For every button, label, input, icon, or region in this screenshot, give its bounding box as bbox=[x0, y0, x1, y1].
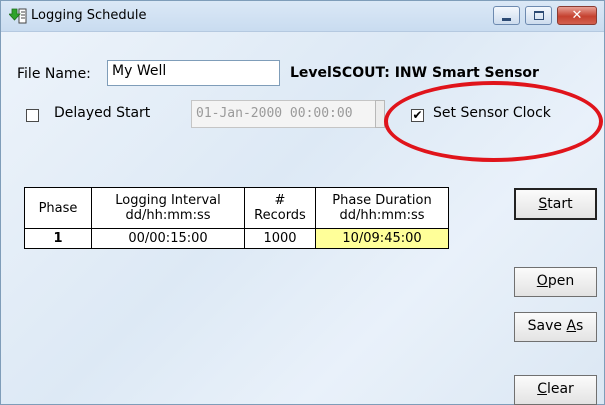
cell-logging-interval[interactable]: 00/00:15:00 bbox=[91, 228, 245, 249]
start-button[interactable]: Start bbox=[514, 188, 597, 220]
close-button[interactable]: ✕ bbox=[557, 6, 597, 25]
cell-phase: 1 bbox=[24, 228, 92, 249]
clear-button[interactable]: Clear bbox=[514, 375, 597, 405]
column-header-logging-interval: Logging Interval dd/hh:mm:ss bbox=[91, 187, 245, 229]
save-as-button[interactable]: Save As bbox=[514, 312, 597, 342]
cell-records[interactable]: 1000 bbox=[244, 228, 316, 249]
logging-schedule-window: Logging Schedule ✕ File Name: My Well Le… bbox=[0, 0, 605, 405]
minimize-button[interactable] bbox=[493, 6, 520, 25]
column-header-phase: Phase bbox=[24, 187, 92, 229]
cell-phase-duration[interactable]: 10/09:45:00 bbox=[315, 228, 449, 249]
set-sensor-clock-label: Set Sensor Clock bbox=[433, 105, 551, 121]
column-header-records: # Records bbox=[244, 187, 316, 229]
table-header-row: Phase Logging Interval dd/hh:mm:ss # Rec… bbox=[24, 187, 449, 229]
maximize-icon bbox=[533, 11, 544, 20]
window-title: Logging Schedule bbox=[31, 8, 147, 23]
close-icon: ✕ bbox=[571, 8, 583, 23]
file-name-label: File Name: bbox=[17, 66, 91, 82]
table-row: 1 00/00:15:00 1000 10/09:45:00 bbox=[24, 228, 449, 249]
sensor-name: LevelSCOUT: INW Smart Sensor bbox=[290, 65, 539, 81]
delayed-start-datetime-input[interactable]: 01-Jan-2000 00:00:00 bbox=[191, 100, 377, 128]
title-bar[interactable]: Logging Schedule ✕ bbox=[1, 1, 604, 32]
column-header-phase-duration: Phase Duration dd/hh:mm:ss bbox=[315, 187, 449, 229]
file-name-input[interactable]: My Well bbox=[107, 60, 280, 86]
schedule-table: Phase Logging Interval dd/hh:mm:ss # Rec… bbox=[24, 187, 449, 249]
minimize-icon bbox=[502, 17, 511, 21]
datetime-spinner[interactable] bbox=[375, 100, 385, 128]
delayed-start-label: Delayed Start bbox=[54, 105, 151, 121]
open-button[interactable]: Open bbox=[514, 267, 597, 297]
maximize-button[interactable] bbox=[525, 6, 552, 25]
set-sensor-clock-checkbox[interactable]: ✔ bbox=[411, 109, 424, 122]
delayed-start-checkbox[interactable] bbox=[26, 109, 39, 122]
app-download-icon bbox=[8, 8, 27, 24]
